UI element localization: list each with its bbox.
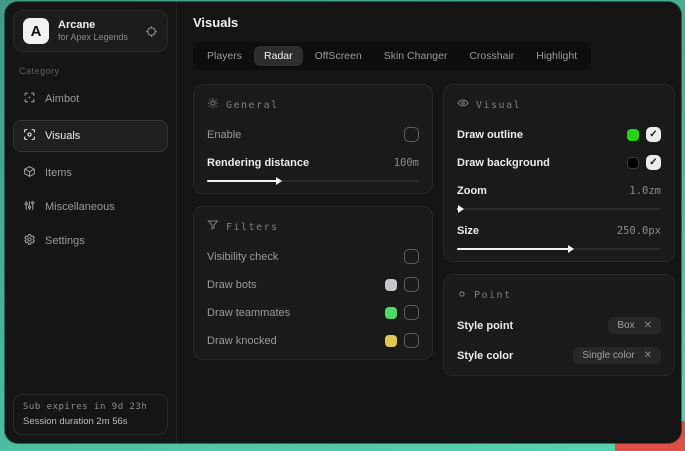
eye-scan-icon — [23, 128, 36, 144]
sidebar-item-label: Aimbot — [45, 93, 79, 105]
draw-background-color-swatch[interactable] — [627, 157, 639, 169]
panel-point: Point Style point Box ✕ Style color Sing… — [443, 274, 675, 376]
style-point-chip-value: Box — [617, 320, 634, 331]
close-icon[interactable]: ✕ — [644, 350, 652, 361]
style-point-label: Style point — [457, 320, 513, 332]
style-color-label: Style color — [457, 350, 513, 362]
enable-checkbox[interactable] — [404, 127, 419, 142]
draw-outline-checkbox[interactable]: ✓ — [646, 127, 661, 142]
sliders-icon — [23, 199, 36, 215]
style-color-chip-value: Single color — [582, 350, 634, 361]
session-duration-text: Session duration 2m 56s — [23, 416, 158, 427]
tab-crosshair[interactable]: Crosshair — [459, 46, 524, 66]
tab-radar[interactable]: Radar — [254, 46, 303, 66]
sidebar-item-settings[interactable]: Settings — [13, 225, 168, 257]
panel-title: General — [226, 100, 279, 111]
panel-title: Visual — [476, 100, 521, 111]
gear-icon — [23, 233, 36, 249]
rendering-distance-value: 100m — [394, 157, 419, 169]
size-value: 250.0px — [617, 225, 661, 237]
draw-bots-checkbox[interactable] — [404, 277, 419, 292]
subscription-info: Sub expires in 9d 23h Session duration 2… — [13, 394, 168, 435]
sidebar: A Arcane for Apex Legends Category Aimbo… — [5, 2, 177, 443]
size-label: Size — [457, 225, 479, 237]
category-label: Category — [19, 66, 162, 76]
sidebar-item-items[interactable]: Items — [13, 157, 168, 189]
sub-expires-text: Sub expires in 9d 23h — [23, 402, 158, 412]
draw-knocked-checkbox[interactable] — [404, 333, 419, 348]
panel-filters: Filters Visibility check Draw bots — [193, 206, 433, 360]
style-point-chip[interactable]: Box ✕ — [608, 317, 661, 334]
page-title: Visuals — [193, 15, 675, 30]
panel-general: General Enable Rendering distance 100m — [193, 84, 433, 194]
draw-teammates-label: Draw teammates — [207, 307, 290, 319]
eye-icon — [457, 96, 469, 114]
style-color-chip[interactable]: Single color ✕ — [573, 347, 661, 364]
sidebar-item-label: Visuals — [45, 130, 80, 142]
sidebar-item-label: Items — [45, 167, 72, 179]
panel-title: Filters — [226, 222, 279, 233]
tab-players[interactable]: Players — [197, 46, 252, 66]
app-logo: A — [23, 18, 49, 44]
scope-icon[interactable] — [145, 25, 158, 38]
sidebar-item-miscellaneous[interactable]: Miscellaneous — [13, 191, 168, 223]
rendering-distance-slider[interactable] — [207, 180, 419, 182]
draw-bots-label: Draw bots — [207, 279, 257, 291]
draw-knocked-color-swatch[interactable] — [385, 335, 397, 347]
enable-label: Enable — [207, 129, 241, 141]
funnel-icon — [207, 218, 219, 236]
visibility-check-label: Visibility check — [207, 251, 278, 263]
size-slider[interactable] — [457, 248, 661, 250]
close-icon[interactable]: ✕ — [644, 320, 652, 331]
package-icon — [23, 165, 36, 181]
app-subtitle: for Apex Legends — [58, 32, 136, 43]
draw-outline-label: Draw outline — [457, 129, 523, 141]
visibility-check-checkbox[interactable] — [404, 249, 419, 264]
draw-outline-color-swatch[interactable] — [627, 129, 639, 141]
panel-title: Point — [474, 290, 512, 301]
sidebar-item-label: Miscellaneous — [45, 201, 115, 213]
app-name: Arcane — [58, 19, 136, 33]
sun-gear-icon — [207, 96, 219, 114]
zoom-slider[interactable] — [457, 208, 661, 210]
crosshair-icon — [23, 91, 36, 107]
tab-highlight[interactable]: Highlight — [526, 46, 587, 66]
tab-strip: Players Radar OffScreen Skin Changer Cro… — [193, 42, 591, 70]
sidebar-item-label: Settings — [45, 235, 85, 247]
zoom-value: 1.0zm — [629, 185, 661, 197]
app-window: A Arcane for Apex Legends Category Aimbo… — [5, 2, 681, 443]
panel-visual: Visual Draw outline ✓ Draw background — [443, 84, 675, 262]
draw-bots-color-swatch[interactable] — [385, 279, 397, 291]
main-content: Visuals Players Radar OffScreen Skin Cha… — [177, 2, 681, 443]
draw-teammates-color-swatch[interactable] — [385, 307, 397, 319]
draw-background-checkbox[interactable]: ✓ — [646, 155, 661, 170]
brand-card: A Arcane for Apex Legends — [13, 10, 168, 52]
zoom-label: Zoom — [457, 185, 487, 197]
draw-teammates-checkbox[interactable] — [404, 305, 419, 320]
sidebar-item-aimbot[interactable]: Aimbot — [13, 83, 168, 115]
rendering-distance-label: Rendering distance — [207, 157, 309, 169]
sidebar-item-visuals[interactable]: Visuals — [13, 120, 168, 152]
point-icon — [457, 286, 467, 304]
draw-background-label: Draw background — [457, 157, 550, 169]
tab-offscreen[interactable]: OffScreen — [305, 46, 372, 66]
tab-skin-changer[interactable]: Skin Changer — [374, 46, 458, 66]
draw-knocked-label: Draw knocked — [207, 335, 277, 347]
